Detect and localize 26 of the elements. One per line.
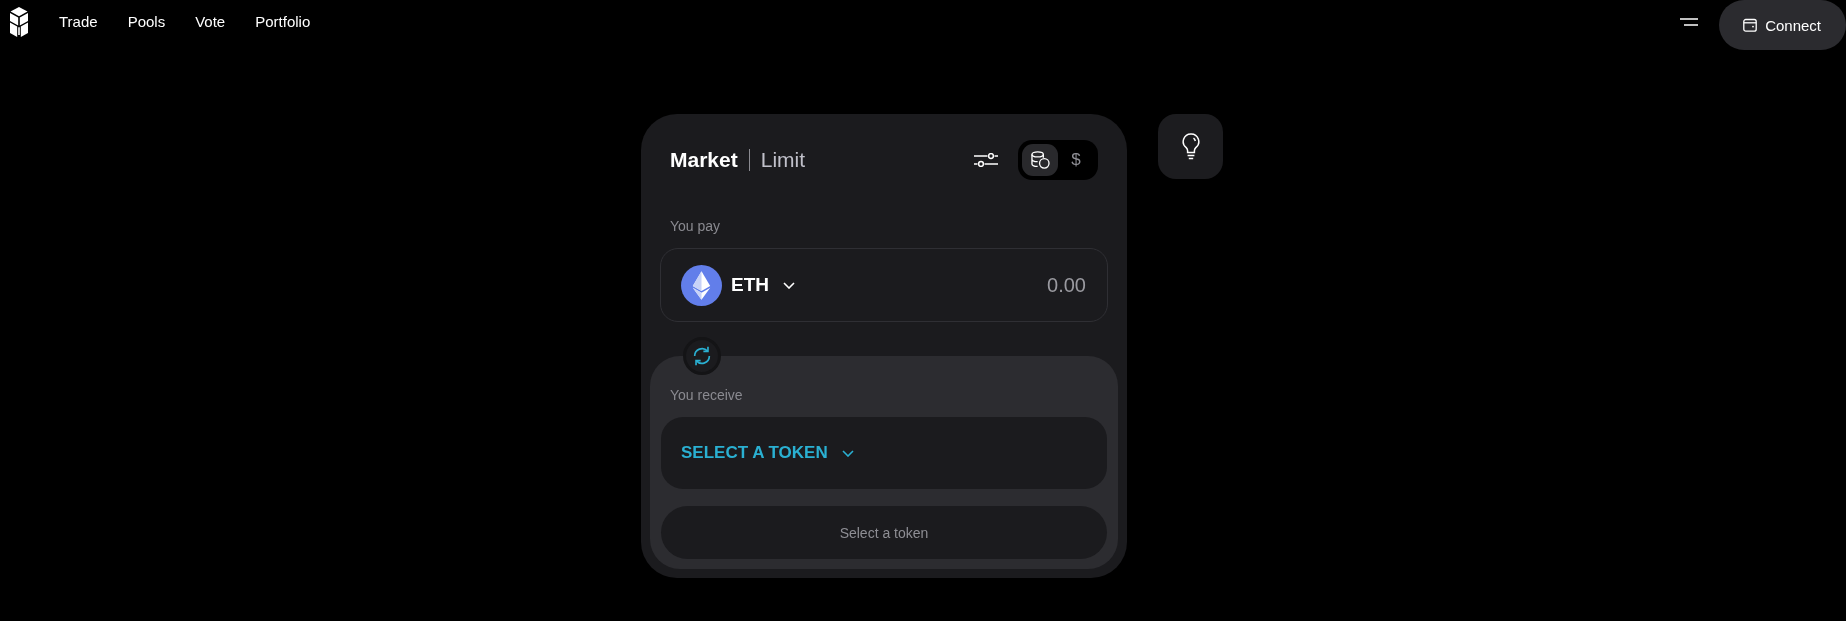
field-label: You pay <box>669 217 722 235</box>
tab[interactable]: Limit <box>760 147 806 173</box>
menu-icon[interactable] <box>1680 18 1699 26</box>
logo-icon[interactable] <box>10 7 28 37</box>
field-label: You receive <box>669 386 744 404</box>
chevron-icon <box>783 281 795 289</box>
chevron-icon <box>841 449 854 457</box>
tab[interactable]: Market <box>670 147 738 173</box>
nav-link[interactable]: Pools <box>127 13 166 31</box>
eth-icon <box>681 264 722 306</box>
swap-direction-button[interactable] <box>683 337 721 375</box>
amount-input[interactable]: 0.00 <box>1026 273 1086 297</box>
wallet-icon <box>1743 18 1758 32</box>
lightbulb-button[interactable] <box>1158 114 1223 179</box>
swap-arrows-icon <box>691 345 713 367</box>
nav-link[interactable]: Portfolio <box>255 13 311 31</box>
coins-icon <box>1030 151 1050 169</box>
nav-link[interactable]: Trade <box>59 13 98 31</box>
nav-link[interactable]: Vote <box>195 13 226 31</box>
symbol-option[interactable]: $ <box>1058 144 1094 176</box>
connect-button[interactable]: Connect <box>1719 0 1846 50</box>
coins-option[interactable] <box>1022 144 1058 176</box>
token-selector[interactable]: ETH <box>681 264 795 306</box>
lightbulb-icon <box>1181 133 1200 160</box>
select-token-button[interactable]: SELECT A TOKEN <box>681 443 854 463</box>
settings-icon[interactable] <box>974 153 998 167</box>
